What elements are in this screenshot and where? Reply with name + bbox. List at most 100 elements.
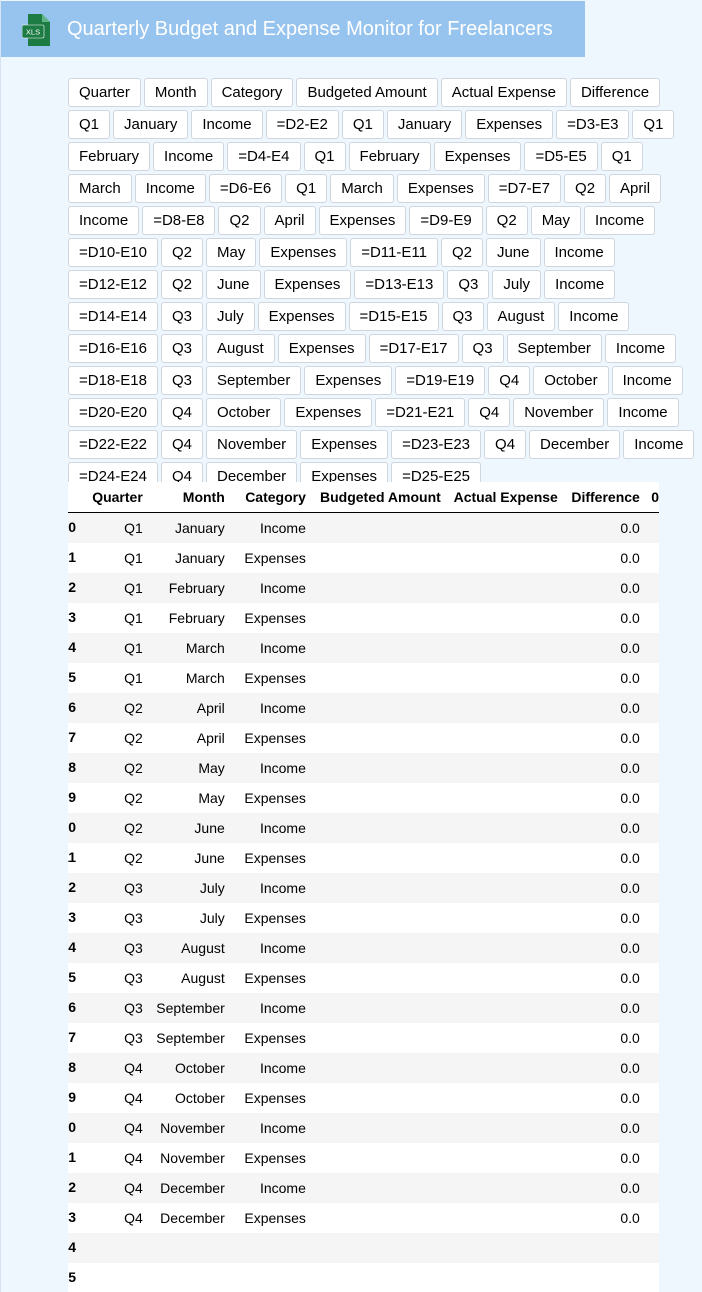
sheet-cell-chip[interactable]: Expenses	[318, 206, 407, 235]
sheet-cell-chip[interactable]: November	[205, 430, 298, 459]
sheet-cell-chip[interactable]: Category	[210, 78, 294, 107]
sheet-cell-chip[interactable]: Expenses	[277, 334, 366, 363]
sheet-cell-chip[interactable]: Expenses	[396, 174, 485, 203]
sheet-cell-chip[interactable]: =D19-E19	[395, 366, 486, 395]
sheet-cell-chip[interactable]: Expenses	[284, 398, 373, 427]
sheet-cell-chip[interactable]: September	[205, 366, 302, 395]
sheet-cell-chip[interactable]: Q3	[441, 302, 484, 331]
sheet-cell-chip[interactable]: Q3	[160, 334, 203, 363]
sheet-cell-chip[interactable]: =D20-E20	[68, 398, 158, 427]
sheet-cell-chip[interactable]: Expenses	[465, 110, 554, 139]
sheet-cell-chip[interactable]: =D8-E8	[142, 206, 216, 235]
sheet-cell-chip[interactable]: Income	[191, 110, 263, 139]
sheet-cell-chip[interactable]: Q4	[468, 398, 511, 427]
sheet-cell-chip[interactable]: Q4	[160, 430, 203, 459]
sheet-cell-chip[interactable]: =D7-E7	[487, 174, 562, 203]
sheet-cell-chip[interactable]: Income	[543, 238, 615, 267]
sheet-cell-chip[interactable]: =D3-E3	[556, 110, 630, 139]
sheet-cell-chip[interactable]: =D9-E9	[409, 206, 483, 235]
sheet-cell-chip[interactable]: =D12-E12	[68, 270, 158, 299]
sheet-cell-chip[interactable]: Q1	[600, 142, 643, 171]
sheet-cell-chip[interactable]: July	[205, 302, 255, 331]
sheet-cell-chip[interactable]: Expenses	[433, 142, 522, 171]
sheet-cell-chip[interactable]: =D5-E5	[524, 142, 598, 171]
sheet-cell-chip[interactable]: June	[205, 270, 261, 299]
sheet-cell-chip[interactable]: Expenses	[300, 430, 389, 459]
sheet-cell-chip[interactable]: March	[330, 174, 394, 203]
sheet-cell-chip[interactable]: June	[485, 238, 541, 267]
sheet-cell-chip[interactable]: Q4	[488, 366, 531, 395]
sheet-cell-chip[interactable]: Income	[607, 398, 679, 427]
sheet-cell-chip[interactable]: =D13-E13	[354, 270, 445, 299]
sheet-cell-chip[interactable]: May	[205, 238, 257, 267]
sheet-cell-chip[interactable]: August	[205, 334, 275, 363]
zero-column-cell	[639, 1143, 659, 1173]
sheet-cell-chip[interactable]: =D22-E22	[68, 430, 158, 459]
sheet-cell-chip[interactable]: =D4-E4	[227, 142, 301, 171]
sheet-cell-chip[interactable]: =D6-E6	[208, 174, 283, 203]
sheet-cell-chip[interactable]: Income	[558, 302, 630, 331]
sheet-cell-chip[interactable]: =D14-E14	[68, 302, 158, 331]
sheet-cell-chip[interactable]: July	[492, 270, 542, 299]
sheet-cell-chip[interactable]: =D21-E21	[375, 398, 466, 427]
actual-expense-cell	[440, 963, 558, 993]
sheet-cell-chip[interactable]: September	[506, 334, 602, 363]
sheet-cell-chip[interactable]: Q1	[303, 142, 346, 171]
sheet-cell-chip[interactable]: Budgeted Amount	[296, 78, 438, 107]
sheet-cell-chip[interactable]: Q1	[632, 110, 675, 139]
sheet-cell-chip[interactable]: Income	[623, 430, 695, 459]
sheet-cell-chip[interactable]: Difference	[569, 78, 661, 107]
sheet-cell-chip[interactable]: Quarter	[68, 78, 141, 107]
sheet-cell-chip[interactable]: Expenses	[263, 270, 352, 299]
sheet-cell-chip[interactable]: Expenses	[259, 238, 348, 267]
sheet-cell-chip[interactable]: Q2	[440, 238, 483, 267]
sheet-cell-chip[interactable]: Expenses	[257, 302, 346, 331]
sheet-cell-chip[interactable]: Q3	[447, 270, 490, 299]
sheet-cell-chip[interactable]: Q2	[564, 174, 607, 203]
sheet-cell-chip[interactable]: Income	[134, 174, 206, 203]
sheet-cell-chip[interactable]: Q2	[485, 206, 528, 235]
sheet-cell-chip[interactable]: March	[68, 174, 132, 203]
sheet-cell-chip[interactable]: May	[530, 206, 582, 235]
sheet-cell-chip[interactable]: Actual Expense	[440, 78, 567, 107]
sheet-cell-chip[interactable]: Q4	[160, 398, 203, 427]
sheet-cell-chip[interactable]: =D15-E15	[348, 302, 439, 331]
sheet-cell-chip[interactable]: Q1	[285, 174, 328, 203]
sheet-cell-chip[interactable]: January	[113, 110, 189, 139]
sheet-cell-chip[interactable]: Q1	[341, 110, 384, 139]
sheet-cell-chip[interactable]: Q3	[160, 366, 203, 395]
sheet-cell-chip[interactable]: Q3	[160, 302, 203, 331]
sheet-cell-chip[interactable]: Income	[544, 270, 616, 299]
sheet-cell-chip[interactable]: Q2	[160, 270, 203, 299]
sheet-cell-chip[interactable]: Q2	[160, 238, 203, 267]
sheet-cell-chip[interactable]: February	[348, 142, 431, 171]
sheet-cell-chip[interactable]: Month	[143, 78, 208, 107]
sheet-cell-chip[interactable]: April	[263, 206, 316, 235]
sheet-cell-chip[interactable]: April	[609, 174, 662, 203]
sheet-cell-chip[interactable]: February	[68, 142, 151, 171]
sheet-cell-chip[interactable]: October	[533, 366, 609, 395]
sheet-cell-chip[interactable]: Income	[68, 206, 140, 235]
sheet-cell-chip[interactable]: December	[529, 430, 621, 459]
sheet-cell-chip[interactable]: Q4	[484, 430, 527, 459]
sheet-cell-chip[interactable]: =D10-E10	[68, 238, 158, 267]
sheet-cell-chip[interactable]: Q3	[461, 334, 504, 363]
sheet-cell-chip[interactable]: =D17-E17	[368, 334, 459, 363]
sheet-cell-chip[interactable]: =D23-E23	[391, 430, 482, 459]
sheet-cell-chip[interactable]: August	[486, 302, 556, 331]
sheet-cell-chip[interactable]: November	[513, 398, 605, 427]
sheet-cell-chip[interactable]: Expenses	[304, 366, 393, 395]
sheet-cell-chip[interactable]: Income	[604, 334, 677, 363]
sheet-cell-chip[interactable]: =D18-E18	[68, 366, 158, 395]
sheet-cell-chip[interactable]: Income	[584, 206, 656, 235]
sheet-cell-chip[interactable]: =D11-E11	[350, 238, 438, 267]
data-table-container[interactable]: Quarter Month Category Budgeted Amount A…	[68, 482, 659, 1292]
sheet-cell-chip[interactable]: January	[386, 110, 463, 139]
sheet-cell-chip[interactable]: =D16-E16	[68, 334, 158, 363]
sheet-cell-chip[interactable]: Income	[153, 142, 225, 171]
sheet-cell-chip[interactable]: Q1	[68, 110, 111, 139]
sheet-cell-chip[interactable]: =D2-E2	[265, 110, 339, 139]
sheet-cell-chip[interactable]: Q2	[218, 206, 261, 235]
sheet-cell-chip[interactable]: October	[205, 398, 282, 427]
sheet-cell-chip[interactable]: Income	[611, 366, 683, 395]
